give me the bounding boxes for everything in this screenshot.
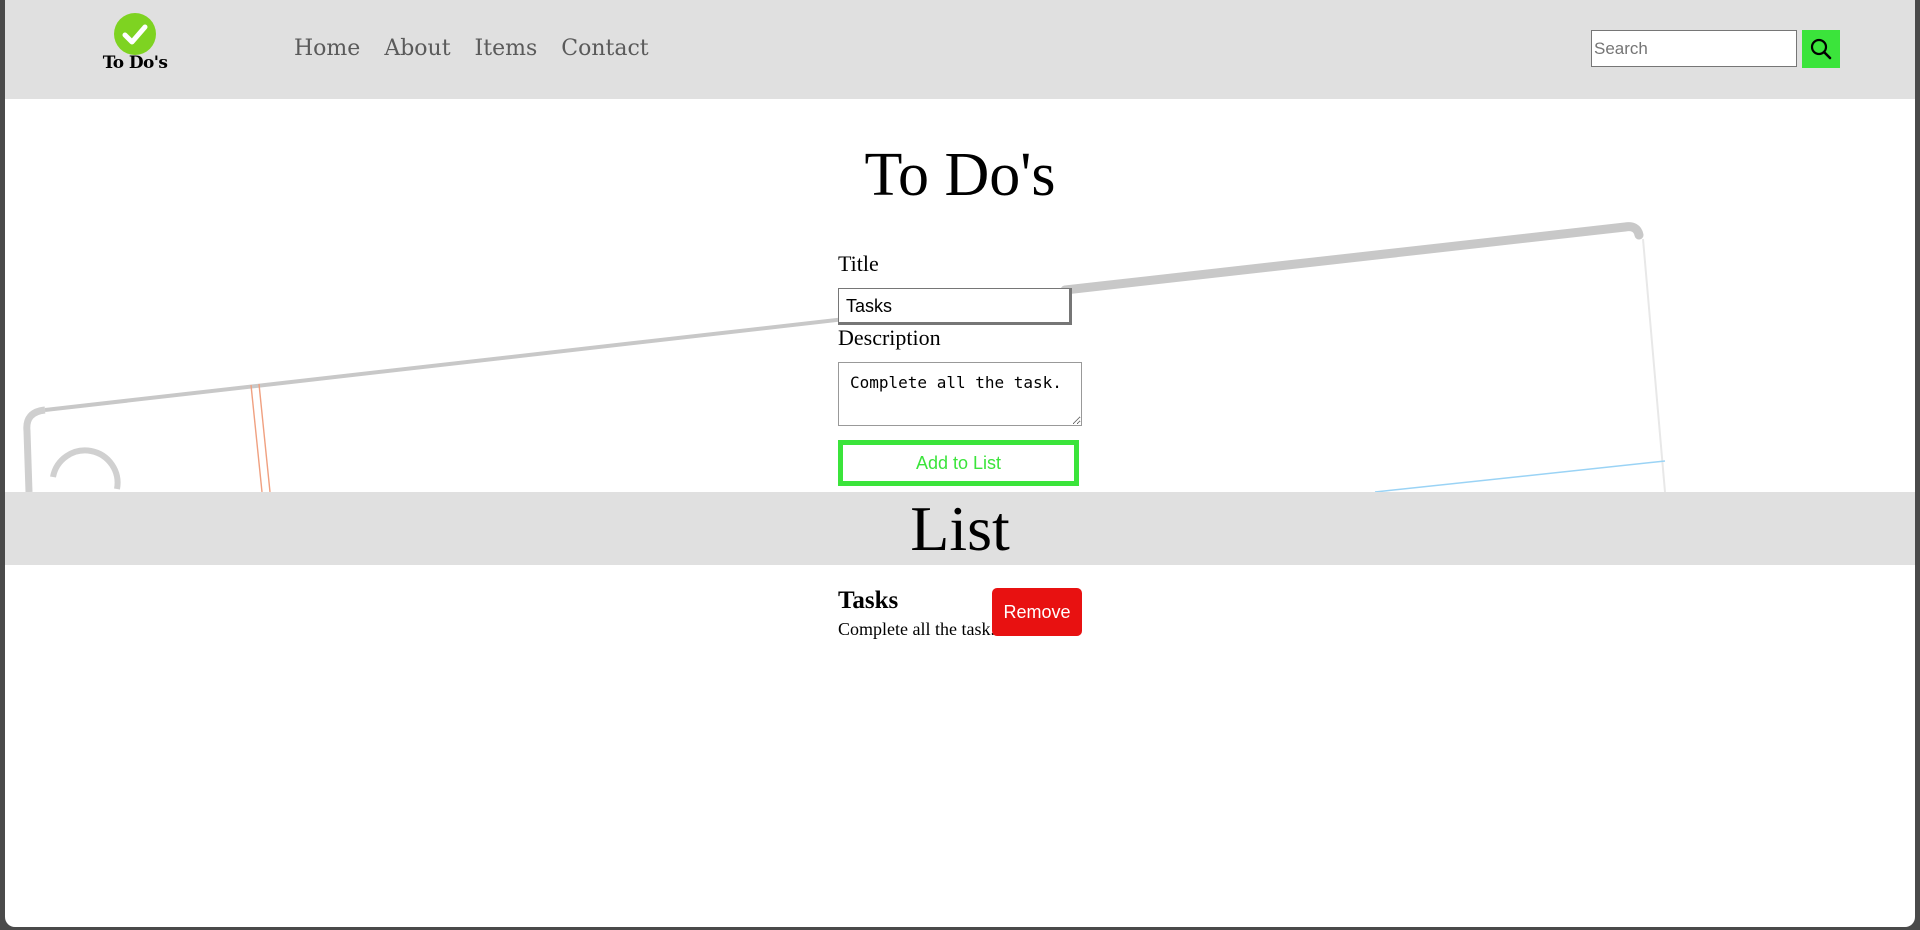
nav-links: Home About Items Contact <box>294 34 649 64</box>
navbar: To Do's Home About Items Contact <box>5 0 1915 99</box>
remove-button[interactable]: Remove <box>992 588 1082 636</box>
title-input[interactable] <box>838 288 1072 325</box>
search-icon <box>1810 38 1832 60</box>
nav-link-about[interactable]: About <box>384 34 450 64</box>
logo-text: To Do's <box>102 53 168 73</box>
logo[interactable]: To Do's <box>97 13 173 79</box>
title-label: Title <box>838 251 879 276</box>
nav-link-contact[interactable]: Contact <box>561 34 648 64</box>
description-textarea[interactable]: Complete all the task. <box>838 362 1082 426</box>
description-label: Description <box>838 325 941 350</box>
nav-link-home[interactable]: Home <box>294 34 360 64</box>
list-item-description: Complete all the task. <box>838 619 995 639</box>
list-heading: List <box>910 493 1010 564</box>
search-input[interactable] <box>1591 30 1797 67</box>
app-frame: To Do's Home About Items Contact Search … <box>5 0 1915 927</box>
check-circle-icon <box>114 13 156 55</box>
add-to-list-button[interactable]: Add to List <box>838 440 1079 486</box>
nav-link-items[interactable]: Items <box>475 34 538 64</box>
page-title: To Do's <box>864 141 1056 209</box>
search-button[interactable] <box>1802 30 1840 68</box>
list-item-title: Tasks <box>838 587 899 614</box>
